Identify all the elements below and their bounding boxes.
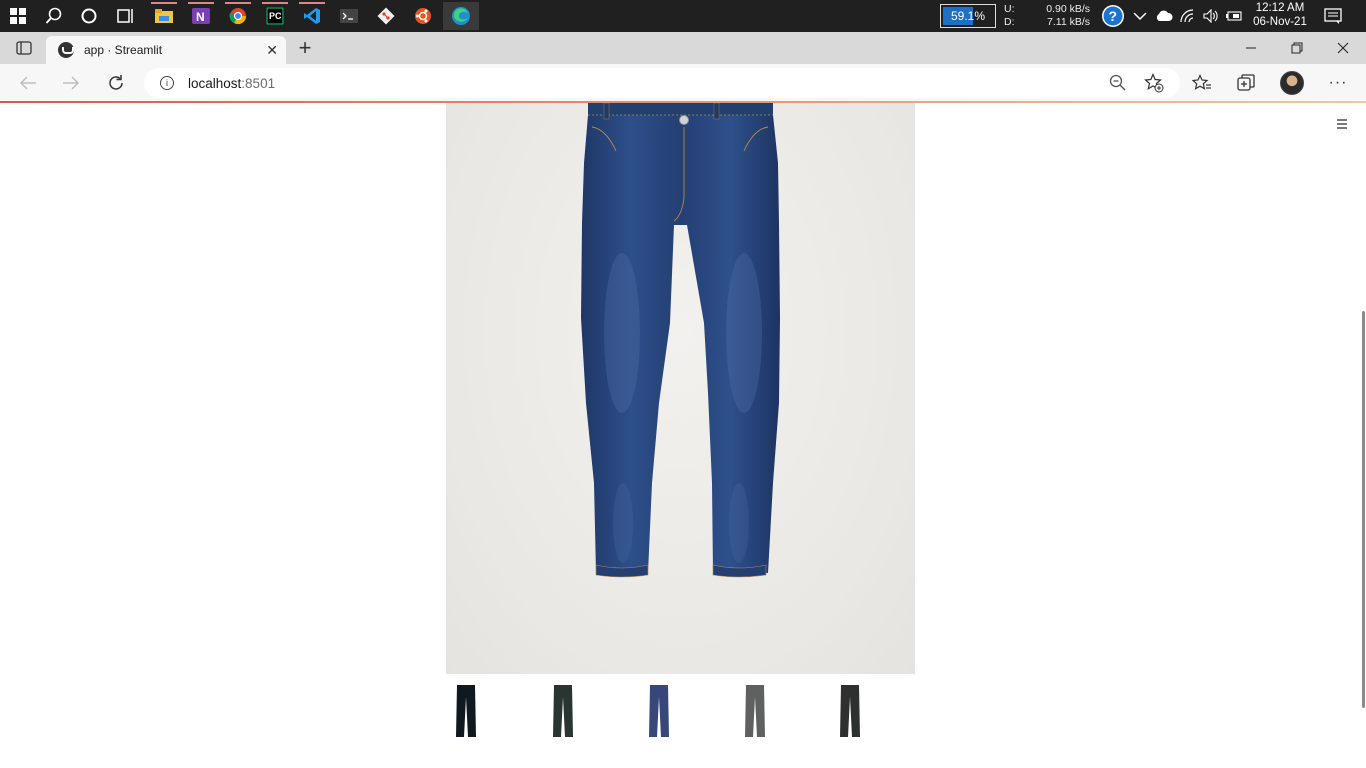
wifi-icon[interactable] [1176,2,1200,30]
thumbnail-5[interactable] [835,683,865,739]
clock-date: 06-Nov-21 [1253,16,1307,28]
site-info-icon[interactable]: i [160,76,174,90]
terminal-icon[interactable] [332,2,366,30]
streamlit-favicon-icon [58,42,74,58]
streamlit-app [0,103,1366,768]
notifications-icon[interactable] [1320,2,1346,30]
tab-actions-icon[interactable] [9,34,39,62]
net-down-speed: 7.11 kB/s [1047,16,1090,28]
new-tab-icon[interactable]: + [290,34,320,62]
url-port: :8501 [241,75,276,91]
favorites-icon[interactable] [1187,69,1217,97]
battery-indicator[interactable]: 59.1% [940,4,996,28]
volume-icon[interactable] [1200,2,1222,30]
more-options-icon[interactable]: ··· [1323,69,1353,97]
svg-text:N: N [196,10,205,24]
windows-start-icon[interactable] [1,2,35,30]
ubuntu-icon[interactable] [406,2,440,30]
pycharm-icon[interactable]: PC [258,2,292,30]
product-image [446,103,915,674]
close-window-icon[interactable] [1320,32,1366,64]
net-down-label: D: [1004,16,1015,28]
zoom-out-icon[interactable] [1103,69,1133,97]
task-view-icon[interactable] [108,2,142,30]
onedrive-icon[interactable] [1152,2,1176,30]
address-bar[interactable]: i localhost:8501 [144,68,1180,98]
thumbnail-4[interactable] [740,683,770,739]
thumbnail-2[interactable] [548,683,578,739]
edge-icon[interactable] [443,2,479,30]
browser-tab-bar: app · Streamlit ✕ + [0,32,1366,64]
back-icon[interactable] [13,69,43,97]
git-icon[interactable] [369,2,403,30]
restore-icon[interactable] [1274,32,1320,64]
tab-title: app · Streamlit [84,43,163,57]
browser-toolbar: i localhost:8501 [0,64,1366,102]
chrome-icon[interactable] [221,2,255,30]
net-up-label: U: [1004,3,1015,15]
file-explorer-icon[interactable] [147,2,181,30]
tab-close-icon[interactable]: ✕ [266,42,278,59]
svg-text:?: ? [1109,8,1118,24]
minimize-icon[interactable] [1228,32,1274,64]
browser-tab[interactable]: app · Streamlit ✕ [46,36,286,64]
clock[interactable]: 12:12 AM 06-Nov-21 [1250,1,1310,29]
battery-icon[interactable] [1222,2,1246,30]
scrollbar[interactable] [1362,311,1365,708]
add-favorite-icon[interactable] [1139,69,1169,97]
battery-percent: 59.1% [950,9,986,23]
cortana-icon[interactable] [72,2,106,30]
search-icon[interactable] [37,2,71,30]
svg-text:PC: PC [269,11,282,21]
net-labels: U: D: [1004,3,1015,29]
profile-avatar[interactable] [1280,71,1304,95]
help-icon[interactable]: ? [1098,2,1128,30]
windows-taskbar: N PC 59.1% U: D: 0.90 kB/s 7.11 kB/s ? 1… [0,0,1366,32]
url-host: localhost [188,75,242,91]
thumbnail-3[interactable] [644,683,674,739]
hamburger-menu-icon[interactable] [1336,116,1348,132]
thumbnail-1[interactable] [451,683,481,739]
collections-icon[interactable] [1231,69,1261,97]
jeans-illustration [581,103,780,578]
net-up-speed: 0.90 kB/s [1046,3,1090,15]
chevron-up-icon[interactable] [1128,2,1152,30]
net-speeds: 0.90 kB/s 7.11 kB/s [1030,3,1090,29]
refresh-icon[interactable] [101,69,131,97]
forward-icon[interactable] [56,69,86,97]
onenote-icon[interactable]: N [184,2,218,30]
clock-time: 12:12 AM [1255,2,1305,14]
vscode-icon[interactable] [295,2,329,30]
